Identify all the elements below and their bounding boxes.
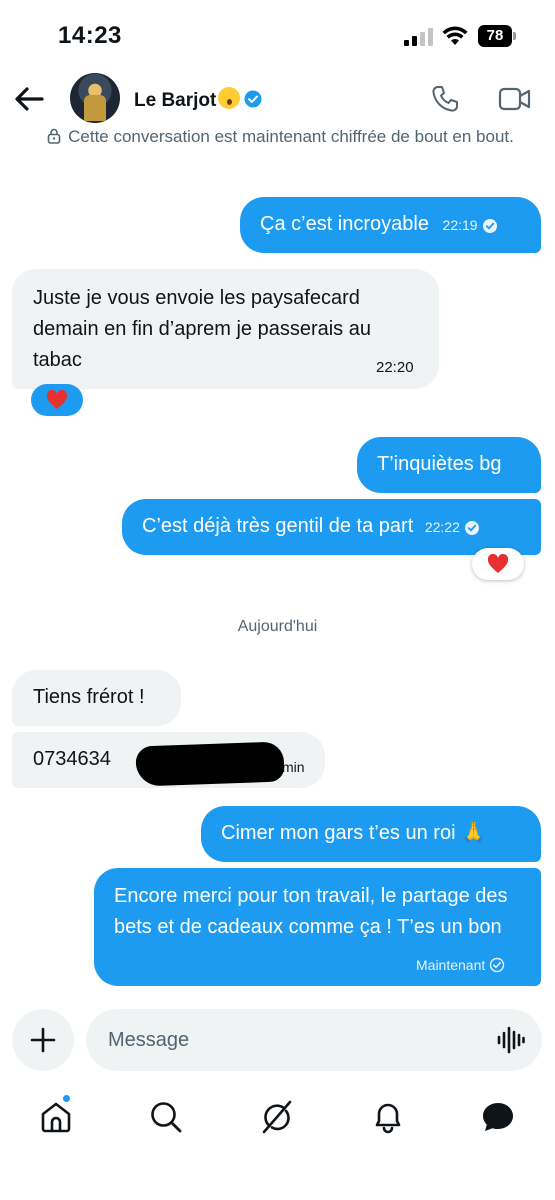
contact-name-row[interactable]: Le Barjot bbox=[134, 87, 262, 112]
heart-reaction-icon bbox=[46, 390, 68, 409]
message-text: Encore merci pour ton travail, le partag… bbox=[114, 885, 508, 938]
messages-icon[interactable] bbox=[481, 1100, 515, 1134]
heart-reaction-icon bbox=[487, 554, 509, 573]
add-attachment-button[interactable] bbox=[12, 1009, 74, 1071]
encryption-text: Cette conversation est maintenant chiffr… bbox=[68, 127, 514, 146]
flushed-face-emoji-icon bbox=[218, 87, 241, 109]
notifications-icon[interactable] bbox=[371, 1100, 405, 1134]
message-time: 22:22 bbox=[424, 519, 460, 535]
reaction-badge[interactable] bbox=[472, 548, 524, 580]
cellular-signal-icon bbox=[404, 28, 433, 46]
message-meta: Maintenant bbox=[416, 957, 505, 973]
redaction-mark bbox=[135, 741, 285, 787]
back-arrow-icon[interactable] bbox=[12, 82, 46, 116]
message-text: T’inquiètes bg bbox=[377, 453, 502, 475]
message-text: Tiens frérot ! bbox=[33, 686, 145, 708]
phone-icon[interactable] bbox=[430, 84, 460, 114]
verified-badge-icon bbox=[244, 90, 262, 108]
status-bar: 14:23 78 bbox=[0, 0, 555, 70]
contact-name: Le Barjot bbox=[134, 90, 217, 111]
message-bubble-outgoing[interactable]: T’inquiètes bg bbox=[357, 437, 541, 493]
message-bubble-incoming[interactable]: Tiens frérot ! bbox=[12, 670, 181, 726]
read-check-icon bbox=[464, 520, 479, 535]
grok-icon[interactable] bbox=[260, 1100, 294, 1134]
sent-check-icon bbox=[490, 957, 505, 973]
message-meta: 22:22 bbox=[425, 512, 480, 543]
lock-icon bbox=[47, 128, 61, 144]
read-check-icon bbox=[482, 218, 497, 233]
message-meta: 22:19 bbox=[443, 210, 498, 241]
message-time: 22:20 bbox=[376, 359, 414, 376]
plus-icon bbox=[30, 1027, 56, 1053]
reaction-badge[interactable] bbox=[31, 384, 83, 416]
message-bubble-outgoing[interactable]: C’est déjà très gentil de ta part 22:22 bbox=[122, 499, 541, 555]
message-text: Ça c’est incroyable bbox=[260, 213, 429, 235]
home-icon[interactable] bbox=[39, 1100, 73, 1134]
home-notification-dot bbox=[62, 1094, 71, 1103]
message-time: Maintenant bbox=[416, 957, 486, 973]
message-time: min bbox=[282, 759, 305, 775]
message-bubble-incoming[interactable]: Juste je vous envoie les paysafecard dem… bbox=[12, 269, 439, 389]
message-text: C’est déjà très gentil de ta part bbox=[142, 515, 414, 537]
message-bubble-outgoing[interactable]: Cimer mon gars t’es un roi 🙏 bbox=[201, 806, 541, 862]
message-time: 22:19 bbox=[442, 217, 478, 233]
search-icon[interactable] bbox=[149, 1100, 183, 1134]
battery-level: 78 bbox=[486, 27, 504, 44]
video-camera-icon[interactable] bbox=[498, 86, 532, 112]
message-text: Cimer mon gars t’es un roi 🙏 bbox=[221, 822, 486, 844]
wifi-icon bbox=[442, 26, 468, 45]
encryption-notice: Cette conversation est maintenant chiffr… bbox=[40, 126, 520, 148]
battery-indicator: 78 bbox=[478, 25, 518, 47]
message-text: 0734634 bbox=[33, 748, 111, 770]
message-bubble-outgoing[interactable]: Ça c’est incroyable 22:19 bbox=[240, 197, 541, 253]
date-separator: Aujourd'hui bbox=[237, 618, 318, 635]
message-input[interactable] bbox=[86, 1009, 542, 1071]
message-text: Juste je vous envoie les paysafecard dem… bbox=[33, 287, 371, 371]
conversation-header: Le Barjot bbox=[0, 70, 555, 130]
status-time: 14:23 bbox=[58, 22, 122, 49]
avatar[interactable] bbox=[70, 73, 120, 123]
voice-message-icon[interactable] bbox=[497, 1026, 525, 1054]
